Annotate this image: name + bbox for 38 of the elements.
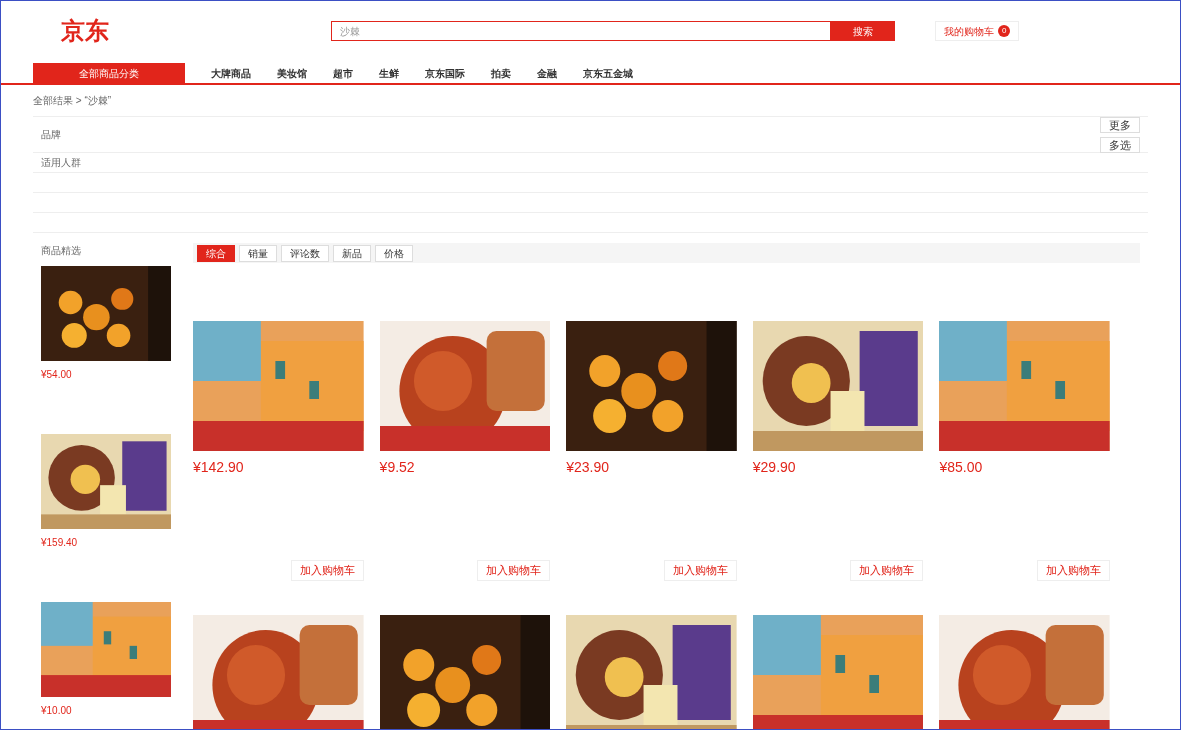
cart-link[interactable]: 我的购物车 0 [935,21,1020,41]
filter-label: 适用人群 [41,156,82,170]
filter-button[interactable]: 多选 [1100,136,1140,153]
add-to-cart-button[interactable]: 加入购物车 [1037,560,1110,581]
add-to-cart-button[interactable]: 加入购物车 [290,560,364,581]
sort-tab[interactable]: 新品 [333,244,371,262]
sidebar-price: ¥159.40 [41,536,79,550]
filter-button[interactable]: 更多 [1100,116,1140,133]
nav-tab[interactable]: 京东五金城 [583,63,633,83]
breadcrumb: 全部结果 > “沙棘” [32,94,113,108]
filter-label: 品牌 [41,128,62,142]
add-to-cart-button[interactable]: 加入购物车 [477,560,551,581]
nav-tab[interactable]: 京东国际 [425,63,465,83]
nav-tab[interactable]: 拍卖 [491,63,511,83]
product-price: ¥23.90 [566,458,610,477]
nav-tab[interactable]: 生鲜 [379,63,399,83]
product-price: ¥29.90 [752,458,797,477]
sidebar-title: 商品精选 [41,244,82,258]
sort-tab[interactable]: 销量 [239,244,277,262]
nav-tab[interactable]: 金融 [537,63,557,83]
sidebar-price: ¥10.00 [41,704,73,718]
nav-tab[interactable]: 全部商品分类 [33,63,185,83]
cart-label: 我的购物车 [944,24,994,39]
product-price: ¥9.52 [379,458,416,477]
sort-tab[interactable]: 评论数 [281,244,329,262]
add-to-cart-button[interactable]: 加入购物车 [850,560,924,581]
nav-tab[interactable]: 超市 [333,63,353,83]
product-price: ¥85.00 [939,458,984,477]
product-price: ¥142.90 [193,458,245,477]
sort-tab[interactable]: 价格 [375,244,413,262]
logo[interactable]: 京东 [61,13,321,49]
sidebar-price: ¥54.00 [41,368,73,382]
nav-tab[interactable]: 美妆馆 [277,63,307,83]
sort-tab[interactable]: 综合 [197,244,235,262]
search-button[interactable]: 搜索 [831,21,895,41]
cart-count: 0 [998,25,1011,37]
add-to-cart-button[interactable]: 加入购物车 [663,560,737,581]
nav-tab[interactable]: 大牌商品 [211,63,251,83]
